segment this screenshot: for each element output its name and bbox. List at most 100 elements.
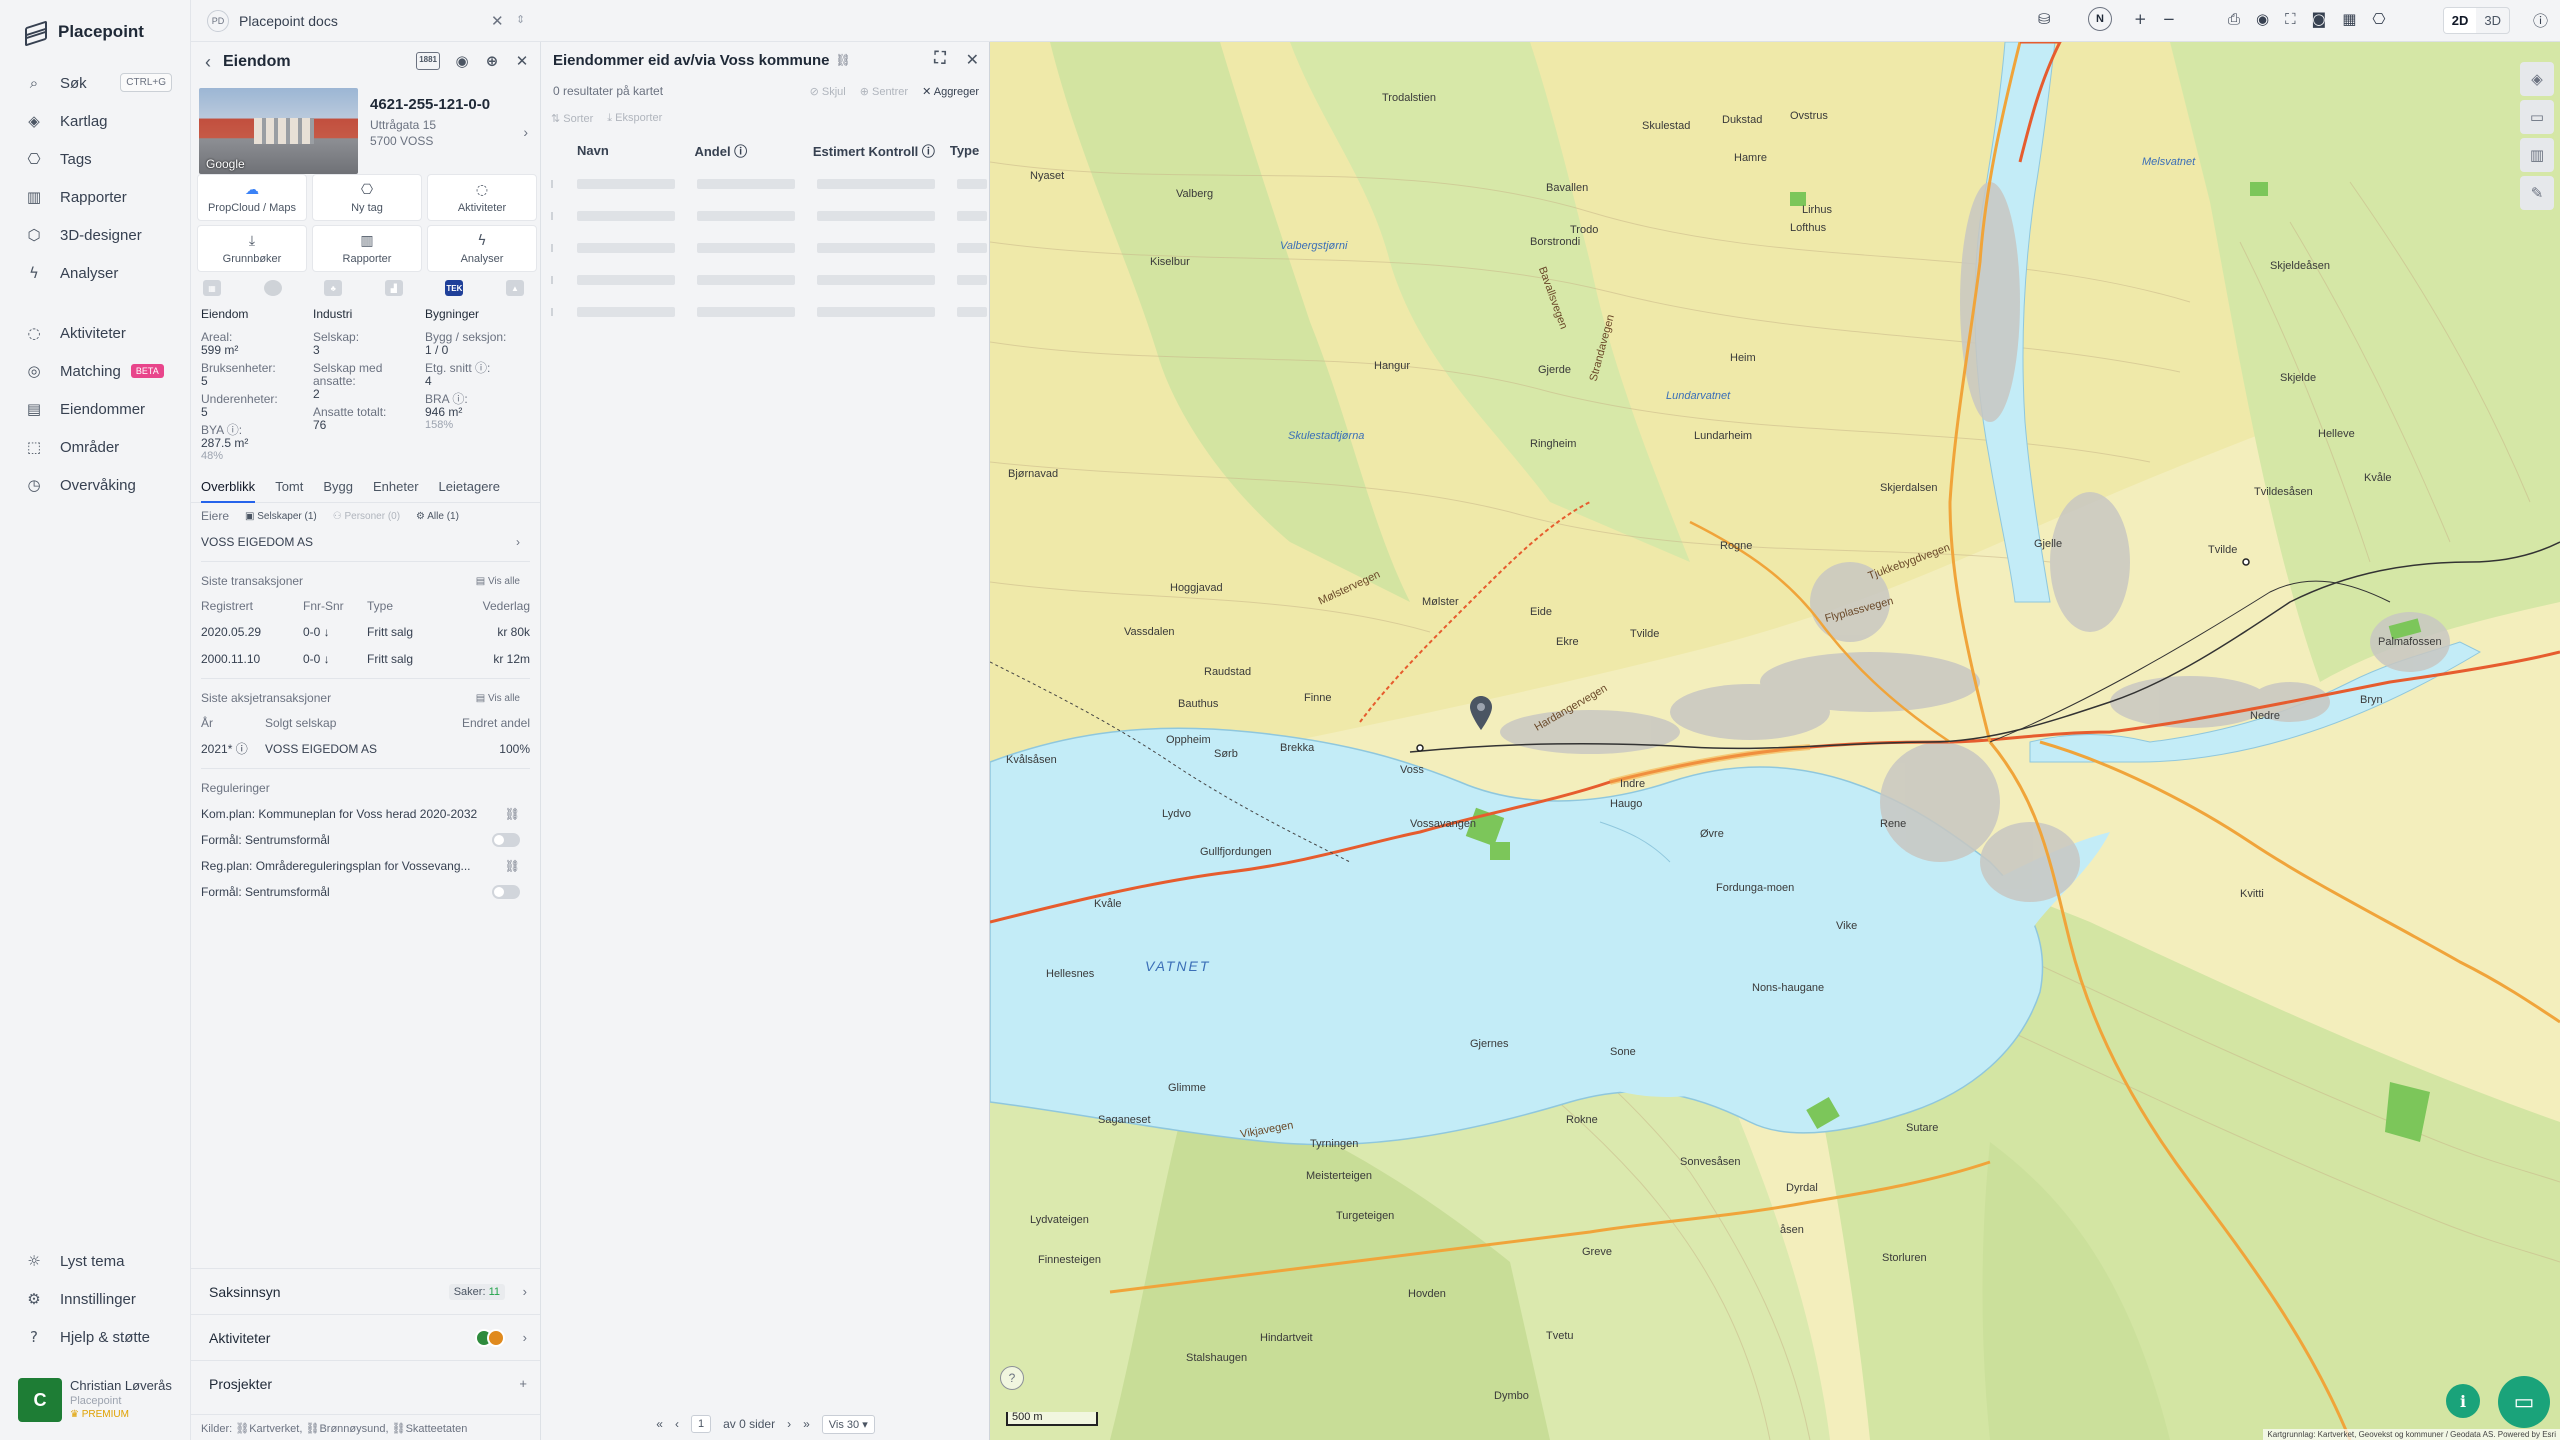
source-icon-6[interactable]: ▲ bbox=[505, 280, 524, 296]
plus-icon[interactable]: + bbox=[519, 1376, 527, 1391]
nav-item-analyses[interactable]: ϟ Analyser bbox=[0, 254, 190, 292]
page-input[interactable]: 1 bbox=[690, 1415, 712, 1433]
user-profile[interactable]: C Christian Løverås Placepoint ♛ PREMIUM bbox=[0, 1368, 191, 1440]
source-icon-2[interactable] bbox=[263, 280, 282, 296]
nav-item-help[interactable]: ? Hjelp & støtte bbox=[0, 1318, 191, 1356]
bookmark-icon[interactable]: ⎔ bbox=[2372, 10, 2385, 28]
export-button[interactable]: ⤓ Eksporter bbox=[607, 112, 662, 125]
nav-item-search[interactable]: ⌕ Søk CTRL+G bbox=[0, 64, 190, 102]
info-button[interactable]: i bbox=[2446, 1384, 2480, 1418]
nav-item-3d-designer[interactable]: ⬡ 3D-designer bbox=[0, 216, 190, 254]
map-canvas[interactable]: Voss VATNET Vossavangen Gullfjordungen H… bbox=[990, 42, 2560, 1440]
nav-item-reports[interactable]: ▥ Rapporter bbox=[0, 178, 190, 216]
chat-button[interactable]: ▭ bbox=[2498, 1376, 2550, 1428]
page-size-select[interactable]: Vis 30 ▾ bbox=[821, 1414, 875, 1434]
filter-companies[interactable]: ▣ Selskaper (1) bbox=[245, 511, 317, 522]
analyses-button[interactable]: ϟ Analyser bbox=[427, 225, 537, 272]
sort-button[interactable]: ⇅ Sorter bbox=[551, 112, 593, 125]
first-page-icon[interactable]: « bbox=[656, 1417, 663, 1431]
info-icon[interactable]: ⓘ bbox=[2533, 10, 2548, 31]
property-info[interactable]: 4621-255-121-0-0 Uttrågata 15 5700 VOSS … bbox=[358, 88, 532, 170]
target-icon[interactable]: ⊕ bbox=[484, 52, 500, 70]
close-icon[interactable]: ✕ bbox=[514, 52, 530, 70]
see-all-transactions-button[interactable]: ▤ Vis alle bbox=[476, 576, 520, 587]
filter-all[interactable]: ⚙ Alle (1) bbox=[416, 511, 459, 522]
regulation-toggle[interactable] bbox=[492, 833, 520, 847]
nav-item-tags[interactable]: ⎔ Tags bbox=[0, 140, 190, 178]
nav-item-layers[interactable]: ◈ Kartlag bbox=[0, 102, 190, 140]
back-icon[interactable]: ‹ bbox=[205, 52, 211, 73]
grid-icon[interactable]: ▦ bbox=[2342, 10, 2356, 28]
hide-button[interactable]: ⊘ Skjul bbox=[810, 85, 846, 98]
nav-item-activities[interactable]: ◌ Aktiviteter bbox=[0, 314, 190, 352]
next-page-icon[interactable]: › bbox=[787, 1417, 791, 1431]
table-row[interactable]: 2021* ⓘ VOSS EIGEDOM AS 100% bbox=[201, 735, 530, 762]
map-measure-button[interactable]: ▭ bbox=[2520, 100, 2554, 134]
nav-item-properties[interactable]: ▤ Eiendommer bbox=[0, 390, 190, 428]
close-icon[interactable]: ✕ bbox=[491, 12, 504, 30]
center-button[interactable]: ⊕ Sentrer bbox=[860, 85, 908, 98]
nav-item-light-theme[interactable]: ☼ Lyst tema bbox=[0, 1242, 191, 1280]
table-row[interactable]: 2020.05.29 0-0 ↓ Fritt salg kr 80k bbox=[201, 618, 530, 645]
source-link[interactable]: ⛓Brønnøysund, bbox=[305, 1423, 388, 1435]
nav-item-monitoring[interactable]: ◷ Overvåking bbox=[0, 466, 190, 504]
regulation-item[interactable]: Reg.plan: Områdereguleringsplan for Voss… bbox=[201, 853, 530, 879]
prev-page-icon[interactable]: ‹ bbox=[675, 1417, 679, 1431]
map-chart-button[interactable]: ▥ bbox=[2520, 138, 2554, 172]
column-header[interactable]: Type bbox=[950, 143, 989, 158]
source-icon-1[interactable]: ▦ bbox=[203, 280, 221, 296]
camera-icon[interactable]: ◙ bbox=[2312, 10, 2327, 28]
activities-button[interactable]: ◌ Aktiviteter bbox=[427, 174, 537, 221]
tab-tenants[interactable]: Leietagere bbox=[439, 477, 500, 503]
regulation-item[interactable]: Kom.plan: Kommuneplan for Voss herad 202… bbox=[201, 801, 530, 827]
activities-accordion[interactable]: Aktiviteter › bbox=[191, 1314, 540, 1360]
map-draw-button[interactable]: ✎ bbox=[2520, 176, 2554, 210]
chevron-updown-icon[interactable]: ⇕ bbox=[516, 13, 525, 26]
tab-overview[interactable]: Overblikk bbox=[201, 477, 256, 503]
map-help-button[interactable]: ? bbox=[1000, 1366, 1024, 1390]
saksinnsyn-accordion[interactable]: Saksinnsyn Saker: 11 › bbox=[191, 1268, 540, 1314]
nav-item-areas[interactable]: ⬚ Områder bbox=[0, 428, 190, 466]
column-header[interactable]: Navn bbox=[577, 143, 694, 158]
layers-stack-icon[interactable]: ⛁ bbox=[2038, 10, 2051, 28]
see-all-share-tx-button[interactable]: ▤ Vis alle bbox=[476, 693, 520, 704]
close-icon[interactable]: ✕ bbox=[966, 50, 979, 70]
map-layer-button[interactable]: ◈ bbox=[2520, 62, 2554, 96]
link-icon[interactable]: ⛓ bbox=[836, 53, 851, 67]
nav-item-settings[interactable]: ⚙ Innstillinger bbox=[0, 1280, 191, 1318]
link-icon[interactable]: ⛓ bbox=[505, 859, 520, 873]
new-tag-button[interactable]: ⎔ Ny tag bbox=[312, 174, 422, 221]
tab-plot[interactable]: Tomt bbox=[275, 477, 303, 503]
source-tek-icon[interactable]: TEK bbox=[445, 280, 464, 296]
workspace-name[interactable]: Placepoint docs bbox=[239, 13, 338, 29]
reports-button[interactable]: ▥ Rapporter bbox=[312, 225, 422, 272]
aggregate-button[interactable]: ✕ Aggreger bbox=[922, 85, 979, 98]
map-pin-icon[interactable] bbox=[1470, 696, 1492, 730]
owner-row[interactable]: VOSS EIGEDOM AS › bbox=[201, 529, 530, 555]
eye-icon[interactable]: ◉ bbox=[454, 52, 470, 70]
column-header[interactable]: Estimert Kontroll ⓘ bbox=[813, 141, 950, 160]
mode-3d-button[interactable]: 3D bbox=[2476, 8, 2509, 33]
fullscreen-icon[interactable]: ⛶ bbox=[2285, 10, 2296, 28]
propcloud-button[interactable]: ☁ PropCloud / Maps bbox=[197, 174, 307, 221]
zoom-in-icon[interactable]: + bbox=[2134, 10, 2147, 28]
print-icon[interactable]: ⎙ bbox=[2228, 10, 2240, 28]
regulation-toggle[interactable] bbox=[492, 885, 520, 899]
table-row[interactable]: 2000.11.10 0-0 ↓ Fritt salg kr 12m bbox=[201, 645, 530, 672]
expand-icon[interactable]: ⛶ bbox=[934, 50, 945, 70]
link-icon[interactable]: ⛓ bbox=[505, 807, 520, 821]
mode-2d-button[interactable]: 2D bbox=[2443, 8, 2477, 33]
last-page-icon[interactable]: » bbox=[803, 1417, 810, 1431]
source-icon-3[interactable]: ♣ bbox=[324, 280, 343, 296]
source-link[interactable]: ⛓Skatteetaten bbox=[392, 1423, 468, 1435]
brand[interactable]: Placepoint bbox=[0, 0, 190, 64]
source-link[interactable]: ⛓Kartverket, bbox=[235, 1423, 302, 1435]
land-register-button[interactable]: ⤓ Grunnbøker bbox=[197, 225, 307, 272]
street-view-photo[interactable]: Google bbox=[199, 88, 358, 174]
eye-icon[interactable]: ◉ bbox=[2256, 10, 2269, 28]
source-icon-4[interactable]: ▟ bbox=[384, 280, 403, 296]
column-header[interactable]: Andel ⓘ bbox=[694, 141, 812, 160]
compass-button[interactable]: N bbox=[2088, 7, 2112, 31]
tab-units[interactable]: Enheter bbox=[373, 477, 419, 503]
zoom-out-icon[interactable]: − bbox=[2163, 10, 2176, 28]
